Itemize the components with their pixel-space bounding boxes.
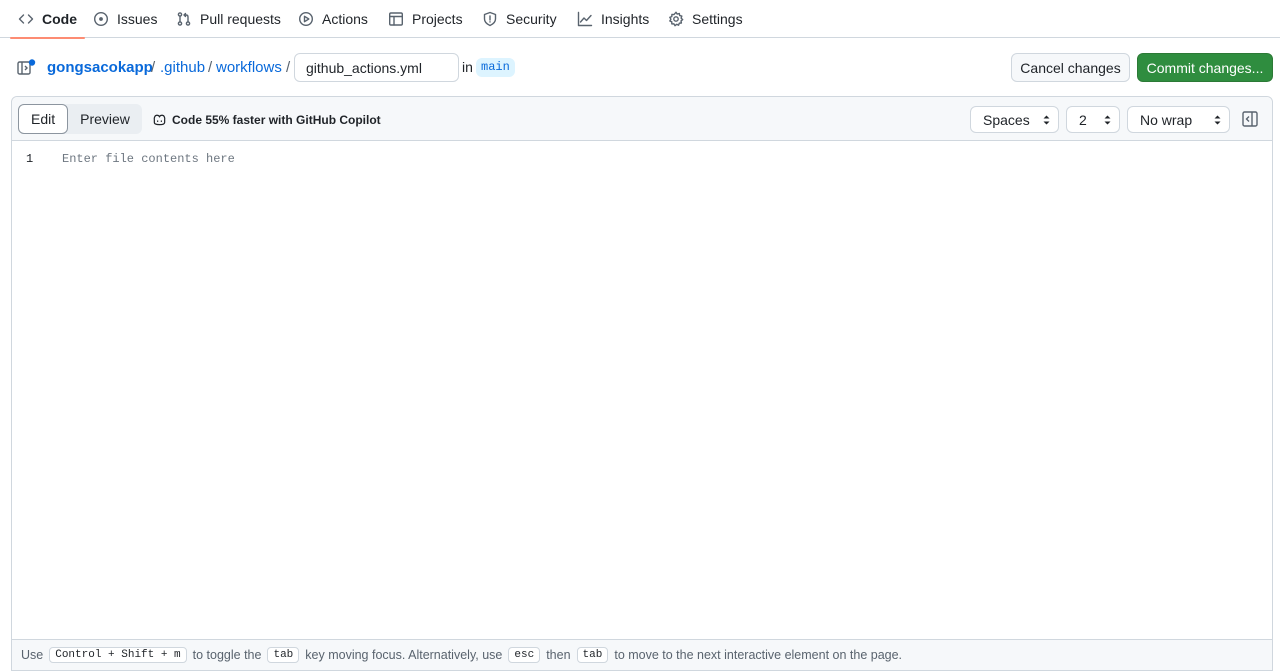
- graph-icon: [577, 11, 593, 27]
- hint-text: key moving focus. Alternatively, use: [305, 648, 503, 662]
- sidebar-toggle-icon[interactable]: [1241, 110, 1259, 128]
- breadcrumb-separator: /: [208, 59, 213, 76]
- tab-actions[interactable]: Actions: [298, 0, 368, 38]
- tab-label: Code: [42, 11, 77, 27]
- select-caret-icon: [1104, 115, 1111, 125]
- hint-text: to move to the next interactive element …: [614, 648, 903, 662]
- issue-icon: [93, 11, 109, 27]
- filename-input[interactable]: [294, 53, 459, 82]
- tab-pull-requests[interactable]: Pull requests: [176, 0, 281, 38]
- edit-tab[interactable]: Edit: [18, 104, 69, 134]
- select-caret-icon: [1043, 115, 1050, 125]
- copilot-icon: [153, 114, 166, 126]
- cancel-changes-button[interactable]: Cancel changes: [1011, 53, 1130, 82]
- indent-size-value: 2: [1079, 111, 1087, 128]
- hint-text: to toggle the: [192, 648, 262, 662]
- commit-changes-button[interactable]: Commit changes...: [1137, 53, 1273, 82]
- keyboard-hint-bar: Use Control + Shift + m to toggle the ta…: [12, 639, 1272, 670]
- tab-settings[interactable]: Settings: [668, 0, 743, 38]
- hint-text: Use: [21, 648, 44, 662]
- table-icon: [389, 12, 404, 26]
- wrap-mode-select[interactable]: No wrap: [1127, 106, 1230, 133]
- breadcrumb-separator: /: [151, 59, 156, 76]
- tab-label: Actions: [322, 11, 368, 27]
- tab-label: Insights: [601, 11, 650, 27]
- edit-preview-toggle: Edit Preview: [18, 104, 142, 134]
- tab-issues[interactable]: Issues: [93, 0, 157, 38]
- tab-code[interactable]: Code: [10, 0, 85, 39]
- breadcrumb-github-dir[interactable]: .github: [160, 58, 205, 78]
- indent-mode-select[interactable]: Spaces: [970, 106, 1059, 133]
- breadcrumb-repo[interactable]: gongsacokapp: [47, 58, 153, 78]
- kbd-shortcut: Control + Shift + m: [49, 647, 187, 663]
- tab-projects[interactable]: Projects: [388, 0, 463, 38]
- copilot-promo-text: Code 55% faster with GitHub Copilot: [172, 112, 381, 127]
- kbd-esc: esc: [508, 647, 541, 663]
- pull-request-icon: [177, 12, 191, 26]
- gear-icon: [669, 11, 684, 27]
- tab-label: Issues: [117, 11, 158, 27]
- copilot-promo-link[interactable]: Code 55% faster with GitHub Copilot: [152, 112, 381, 127]
- tab-label: Security: [506, 11, 557, 27]
- kbd-tab: tab: [576, 647, 609, 663]
- code-editor-area[interactable]: 1 Enter file contents here: [12, 141, 1272, 639]
- select-caret-icon: [1214, 115, 1221, 125]
- indent-mode-value: Spaces: [983, 111, 1030, 128]
- branch-badge: main: [476, 58, 515, 77]
- code-icon: [18, 14, 34, 24]
- editor-toolbar: Edit Preview Code 55% faster with GitHub…: [12, 97, 1272, 141]
- repo-nav: Code Issues Pull requests Actions Projec…: [0, 0, 1280, 39]
- editor-placeholder: Enter file contents here: [62, 152, 235, 166]
- hint-text: then: [546, 648, 571, 662]
- shield-icon: [483, 11, 497, 27]
- line-number: 1: [26, 152, 34, 166]
- tab-label: Pull requests: [200, 11, 281, 27]
- tab-security[interactable]: Security: [482, 0, 557, 38]
- breadcrumb-separator: /: [286, 59, 291, 76]
- indent-size-select[interactable]: 2: [1066, 106, 1120, 133]
- wrap-mode-value: No wrap: [1140, 111, 1193, 128]
- tab-label: Settings: [692, 11, 743, 27]
- tab-insights[interactable]: Insights: [577, 0, 649, 38]
- branch-in-label: in: [462, 59, 473, 75]
- preview-tab[interactable]: Preview: [68, 104, 142, 134]
- breadcrumb-workflows-dir[interactable]: workflows: [216, 58, 282, 78]
- file-editor: Edit Preview Code 55% faster with GitHub…: [11, 96, 1273, 671]
- tab-label: Projects: [412, 11, 463, 27]
- kbd-tab: tab: [267, 647, 300, 663]
- file-tree-icon[interactable]: [17, 59, 37, 77]
- play-icon: [298, 11, 314, 27]
